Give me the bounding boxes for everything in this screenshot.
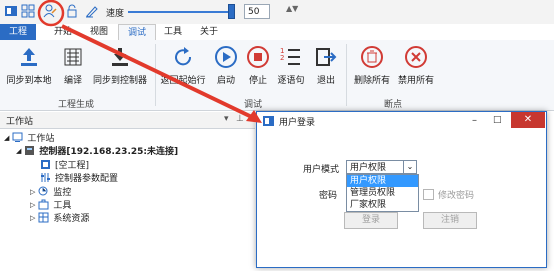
annotation-overlay	[37, 0, 262, 123]
highlight-circle-icon	[37, 0, 65, 27]
annotation-arrow-icon	[61, 24, 259, 122]
